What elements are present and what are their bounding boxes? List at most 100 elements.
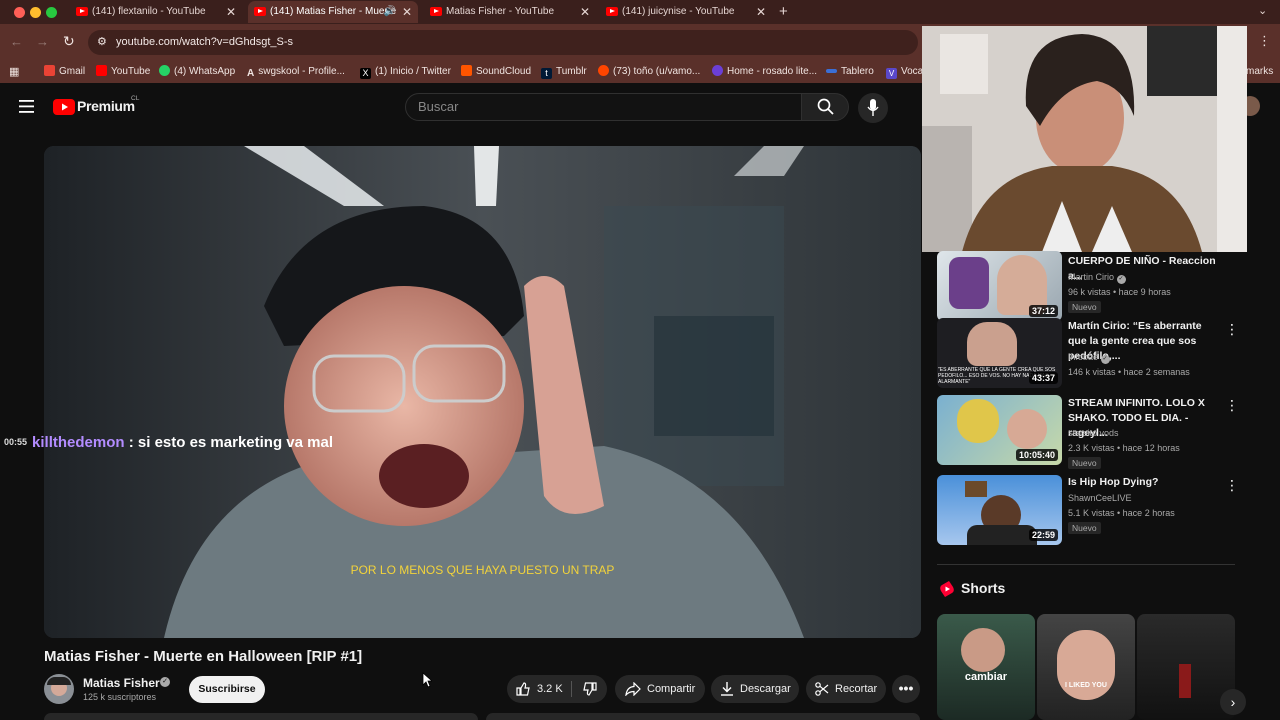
new-tab-button[interactable]: + — [779, 3, 788, 20]
bookmark-soundcloud[interactable]: SoundCloud — [461, 65, 531, 78]
scissors-icon — [815, 682, 829, 696]
video-thumbnail[interactable]: 10:05:40 — [937, 395, 1062, 465]
channel-name: Infobae ✓ — [1068, 352, 1110, 364]
minimize-window-button[interactable] — [30, 7, 41, 18]
channel-name: starsito vods — [1068, 428, 1119, 438]
bookmark-twitter[interactable]: X (1) Inicio / Twitter — [360, 65, 451, 79]
browser-tab-2-active[interactable]: (141) Matias Fisher - Muerte 🔊 ✕ — [248, 1, 418, 23]
search-input[interactable]: Buscar — [405, 93, 802, 121]
like-count: 3.2 K — [537, 683, 563, 695]
dislike-button[interactable] — [577, 675, 607, 703]
recommendation-item[interactable]: "ES ABERRANTE QUE LA GENTE CREA QUE SOS … — [937, 318, 1239, 390]
recommendation-item[interactable]: 10:05:40 STREAM INFINITO. LOLO X SHAKO. … — [937, 395, 1239, 469]
address-bar[interactable]: ⚙ youtube.com/watch?v=dGhdsgt_S-s — [88, 30, 918, 55]
video-thumbnail[interactable]: "ES ABERRANTE QUE LA GENTE CREA QUE SOS … — [937, 318, 1062, 388]
share-button[interactable]: Compartir — [615, 675, 705, 703]
bookmark-rosado[interactable]: Home - rosado lite... — [712, 65, 817, 78]
shorts-logo-icon — [940, 581, 954, 597]
tablero-icon — [826, 69, 837, 73]
search-button[interactable] — [801, 93, 849, 121]
recommendation-item[interactable]: 22:59 Is Hip Hop Dying? ShawnCeeLIVE 5.1… — [937, 475, 1239, 547]
close-window-button[interactable] — [14, 7, 25, 18]
close-tab-icon[interactable]: ✕ — [580, 1, 590, 23]
bookmark-whatsapp[interactable]: (4) WhatsApp — [159, 65, 235, 78]
more-actions-button[interactable]: ••• — [892, 675, 920, 703]
youtube-favicon-icon — [606, 7, 618, 16]
browser-menu-icon[interactable]: ⋮ — [1258, 33, 1271, 49]
more-vertical-icon[interactable]: ⋮ — [1225, 398, 1239, 412]
bookmark-youtube[interactable]: YouTube — [96, 65, 150, 78]
video-subtitle: POR LO MENOS QUE HAYA PUESTO UN TRAP — [350, 563, 615, 577]
browser-tab-4[interactable]: (141) juicynise - YouTube ✕ — [600, 1, 772, 23]
x-logo-icon: X — [360, 68, 371, 79]
bookmark-swgskool[interactable]: Aswgskool - Profile... — [247, 65, 345, 79]
logo-text: Premium — [77, 98, 135, 114]
short-item[interactable]: I LIKED YOU — [1037, 614, 1135, 720]
chat-text: si esto es marketing va mal — [137, 434, 333, 451]
apps-grid-icon[interactable]: ▦ — [9, 65, 19, 78]
video-player[interactable]: POR LO MENOS QUE HAYA PUESTO UN TRAP — [44, 146, 921, 638]
webcam-overlay — [922, 26, 1247, 252]
subscribe-button[interactable]: Suscribirse — [189, 676, 265, 703]
channel-name: ShawnCeeLIVE — [1068, 493, 1132, 503]
chat-overlay-message: 00:55 killthedemon : si esto es marketing… — [4, 434, 333, 451]
channel-name: Martin Cirio ✓ — [1068, 272, 1126, 284]
browser-tab-bar: (141) flextanilo - YouTube ✕ (141) Matia… — [0, 0, 1280, 24]
secondary-box[interactable] — [486, 713, 920, 720]
maximize-window-button[interactable] — [46, 7, 57, 18]
video-meta: 96 k vistas • hace 9 horas — [1068, 287, 1171, 297]
voice-search-button[interactable] — [858, 93, 888, 123]
video-duration: 37:12 — [1028, 305, 1058, 317]
v-logo-icon: V — [886, 68, 897, 79]
subscriber-count: 125 k suscriptores — [83, 692, 157, 702]
tab-list-chevron-icon[interactable]: ⌄ — [1258, 4, 1267, 17]
bookmark-tumblr[interactable]: t Tumblr — [541, 65, 587, 79]
shorts-heading: Shorts — [961, 580, 1006, 596]
browser-tab-1[interactable]: (141) flextanilo - YouTube ✕ — [70, 1, 242, 23]
all-bookmarks-link[interactable]: marks — [1246, 65, 1273, 78]
thumbs-up-icon — [516, 682, 530, 696]
hamburger-menu-icon[interactable] — [19, 100, 34, 113]
download-button[interactable]: Descargar — [711, 675, 799, 703]
speaker-icon[interactable]: 🔊 — [384, 1, 396, 23]
shorts-next-button[interactable]: › — [1220, 689, 1246, 715]
more-vertical-icon[interactable]: ⋮ — [1225, 322, 1239, 336]
mouse-cursor-icon — [422, 672, 432, 688]
bookmark-gmail[interactable]: Gmail — [44, 65, 85, 78]
like-button[interactable]: 3.2 K — [507, 675, 569, 703]
short-caption: I LIKED YOU — [1065, 682, 1107, 689]
new-badge: Nuevo — [1068, 522, 1101, 534]
bookmark-vocal[interactable]: V Vocal — [886, 65, 925, 79]
video-thumbnail[interactable]: 22:59 — [937, 475, 1062, 545]
close-tab-icon[interactable]: ✕ — [756, 1, 766, 23]
tab-title: Matias Fisher - YouTube — [446, 6, 555, 17]
video-duration: 10:05:40 — [1015, 449, 1058, 461]
bookmark-reddit[interactable]: (73) toño (u/vamo... — [598, 65, 700, 78]
video-thumbnail[interactable]: 37:12 — [937, 251, 1062, 321]
youtube-favicon-icon — [254, 7, 266, 16]
channel-avatar[interactable] — [44, 674, 74, 704]
reload-icon[interactable]: ↻ — [63, 33, 75, 50]
short-item[interactable]: cambiar — [937, 614, 1035, 720]
close-tab-icon[interactable]: ✕ — [402, 1, 412, 23]
youtube-favicon-icon — [430, 7, 442, 16]
like-dislike-group: 3.2 K — [507, 675, 607, 703]
recommendation-item[interactable]: 37:12 CUERPO DE NIÑO - Reaccion a... Mar… — [937, 251, 1237, 324]
close-tab-icon[interactable]: ✕ — [226, 1, 236, 23]
description-box[interactable] — [44, 713, 478, 720]
soundcloud-icon — [461, 65, 472, 76]
browser-tab-3[interactable]: Matias Fisher - YouTube ✕ — [424, 1, 596, 23]
youtube-favicon-icon — [76, 7, 88, 16]
back-arrow-icon[interactable]: ← — [10, 34, 23, 49]
share-arrow-icon — [625, 682, 641, 696]
more-horizontal-icon: ••• — [898, 680, 914, 696]
tab-title: (141) juicynise - YouTube — [622, 6, 735, 17]
chat-separator: : — [124, 434, 138, 451]
forward-arrow-icon[interactable]: → — [36, 34, 49, 49]
clip-button[interactable]: Recortar — [806, 675, 886, 703]
channel-name[interactable]: Matias Fisher — [83, 676, 160, 690]
bookmark-tablero[interactable]: Tablero — [826, 65, 874, 78]
webcam-feed — [922, 26, 1247, 252]
site-info-icon[interactable]: ⚙ — [97, 30, 107, 55]
more-vertical-icon[interactable]: ⋮ — [1225, 478, 1239, 492]
